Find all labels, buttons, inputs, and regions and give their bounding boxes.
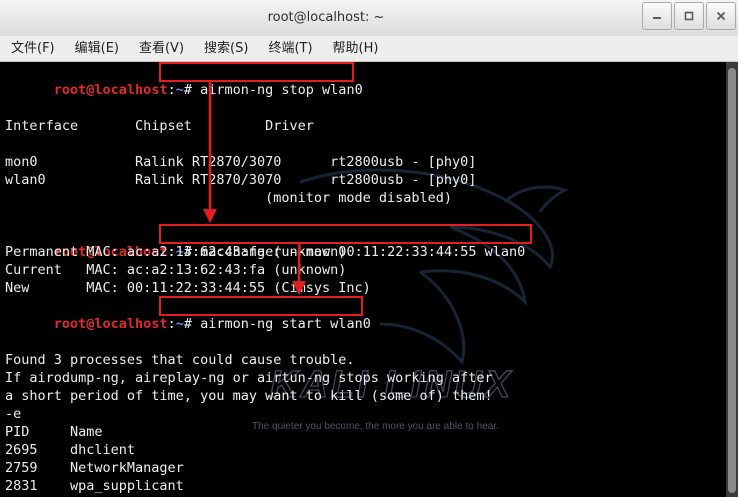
close-button[interactable]	[706, 2, 736, 30]
menu-bar: 文件(F) 编辑(E) 查看(V) 搜索(S) 终端(T) 帮助(H)	[0, 36, 738, 62]
close-icon	[716, 11, 726, 21]
arrow-down-icon	[292, 244, 306, 295]
minimize-icon	[653, 17, 661, 19]
menu-help[interactable]: 帮助(H)	[322, 36, 388, 61]
menu-edit[interactable]: 编辑(E)	[64, 36, 128, 61]
title-bar[interactable]: root@localhost: ~	[0, 0, 738, 37]
annotation-arrows	[203, 82, 306, 295]
scrollbar-thumb[interactable]	[728, 68, 736, 493]
window-controls	[642, 0, 738, 32]
maximize-button[interactable]	[674, 2, 704, 30]
terminal-window: root@localhost: ~ 文件(F) 编辑(E) 查看(V) 搜索(S…	[0, 0, 738, 497]
menu-terminal[interactable]: 终端(T)	[257, 36, 321, 61]
window-title: root@localhost: ~	[267, 10, 385, 25]
maximize-icon	[684, 11, 694, 21]
arrow-down-icon	[203, 82, 217, 223]
minimize-button[interactable]	[642, 2, 672, 30]
vertical-scrollbar[interactable]	[726, 62, 738, 497]
terminal-area[interactable]: KALI LINUX The quieter you become, the m…	[0, 62, 726, 497]
menu-file[interactable]: 文件(F)	[0, 36, 64, 61]
menu-view[interactable]: 查看(V)	[128, 36, 193, 61]
menu-search[interactable]: 搜索(S)	[193, 36, 257, 61]
